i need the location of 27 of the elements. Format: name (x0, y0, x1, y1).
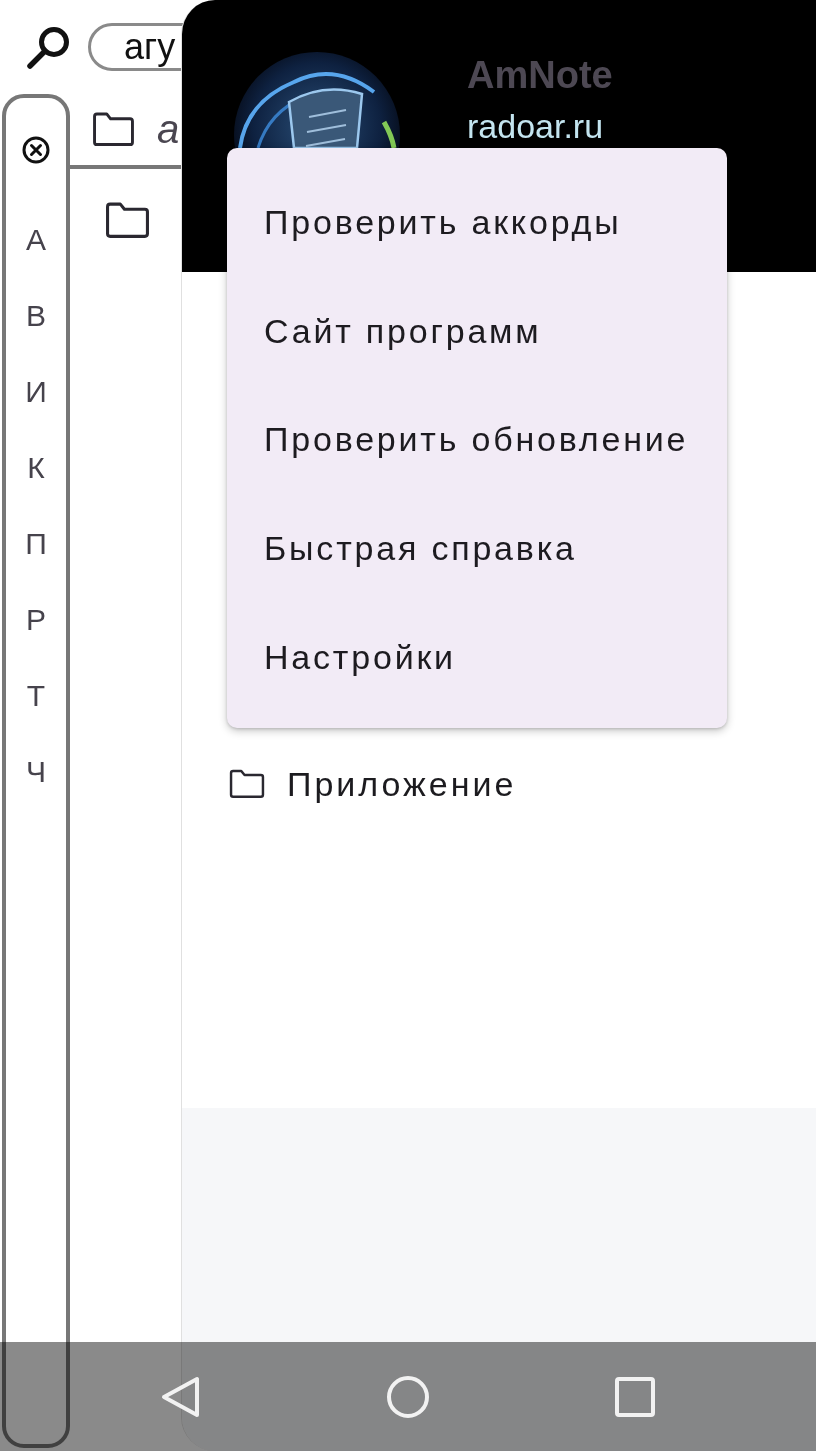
index-letter[interactable]: А (26, 222, 46, 298)
index-letter[interactable]: П (25, 526, 47, 602)
home-button[interactable] (386, 1374, 430, 1419)
app-name: AmNote (467, 54, 613, 96)
folder-title[interactable]: а (157, 107, 180, 152)
home-icon (386, 1374, 430, 1419)
index-letter[interactable]: Т (26, 678, 46, 754)
search-icon[interactable] (25, 24, 72, 70)
menu-item[interactable]: Проверить обновление (227, 385, 727, 495)
menu-item[interactable]: Проверить аккорды (227, 168, 727, 277)
clear-button[interactable] (22, 136, 50, 164)
folder-icon (229, 769, 265, 799)
close-icon (22, 136, 50, 164)
index-letter[interactable]: Ч (26, 754, 46, 830)
menu-item[interactable]: Настройки (227, 603, 727, 712)
recents-button[interactable] (613, 1374, 657, 1419)
index-letter[interactable]: Р (26, 602, 46, 678)
site-link[interactable]: radoar.ru (467, 106, 613, 146)
menu-item[interactable]: Быстрая справка (227, 494, 727, 604)
recents-icon (613, 1374, 657, 1419)
menu-item[interactable]: Сайт программ (227, 276, 727, 386)
folder-icon (92, 112, 135, 147)
folder-icon (105, 201, 150, 239)
index-letter[interactable]: В (26, 298, 46, 374)
index-letter[interactable]: К (27, 450, 45, 526)
index-letter[interactable]: И (25, 374, 47, 450)
drawer-item[interactable]: Приложение (287, 764, 517, 804)
